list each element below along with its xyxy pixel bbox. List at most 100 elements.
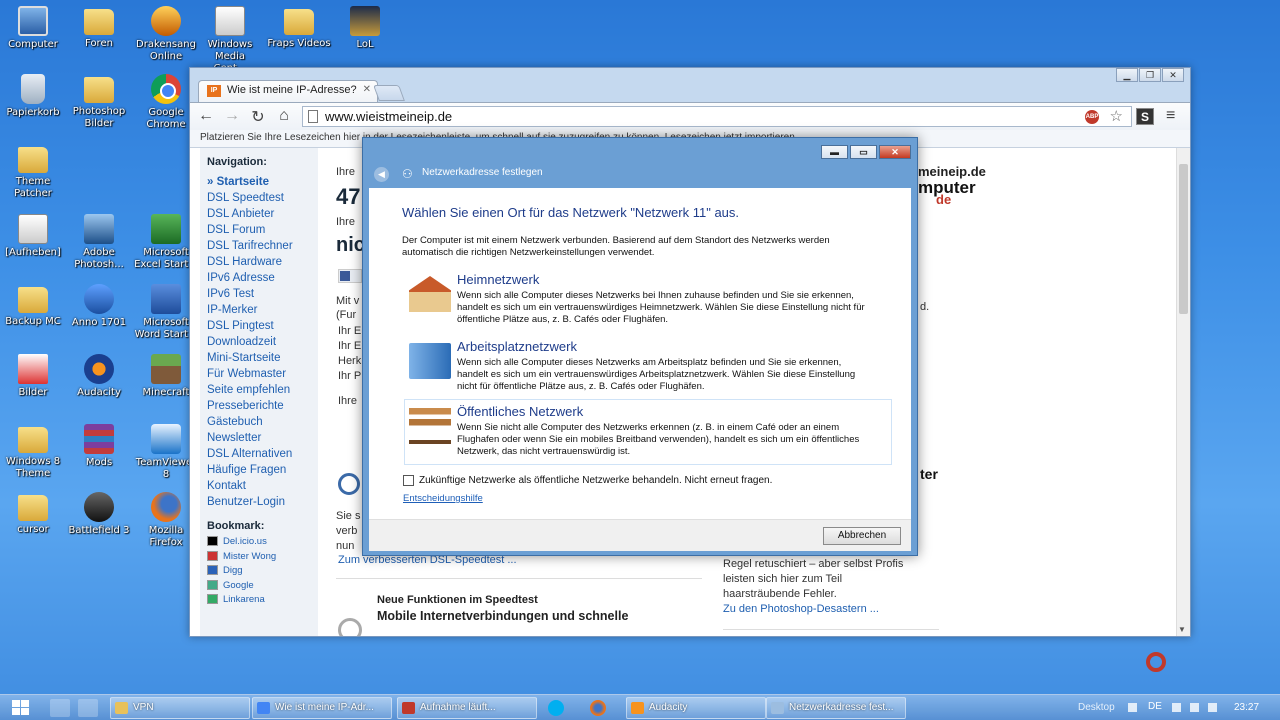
bookmark-link[interactable]: Google bbox=[207, 579, 318, 594]
help-link[interactable]: Entscheidungshilfe bbox=[403, 493, 483, 504]
cancel-button[interactable]: Abbrechen bbox=[823, 527, 901, 545]
pinned-app-icon[interactable] bbox=[78, 699, 98, 717]
sidebar-nav-link[interactable]: DSL Hardware bbox=[207, 254, 318, 270]
desktop-shortcut[interactable]: Windows Media Cent... bbox=[197, 6, 263, 75]
desktop-shortcut[interactable]: [Aufheben] bbox=[0, 214, 66, 259]
clock[interactable]: 23:27 bbox=[1234, 702, 1259, 713]
taskbar-app-icon bbox=[402, 702, 415, 714]
dialog-maximize-button[interactable]: ▭ bbox=[850, 145, 877, 159]
desktop-shortcut[interactable]: Battlefield 3 bbox=[66, 492, 132, 537]
network-tray-icon[interactable] bbox=[1190, 703, 1199, 712]
sidebar-nav-link[interactable]: Seite empfehlen bbox=[207, 382, 318, 398]
address-bar[interactable]: www.wieistmeineip.de ABP ☆ bbox=[302, 106, 1132, 127]
page-sidebar: Navigation: » Startseite DSL Speedtest DSL… bbox=[200, 148, 318, 636]
sidebar-nav-link[interactable]: DSL Pingtest bbox=[207, 318, 318, 334]
bookmark-link[interactable]: Digg bbox=[207, 564, 318, 579]
sidebar-nav-link[interactable]: DSL Tarifrechner bbox=[207, 238, 318, 254]
sidebar-nav-link[interactable]: IPv6 Adresse bbox=[207, 270, 318, 286]
desktop-shortcut[interactable]: Drakensang Online bbox=[133, 6, 199, 63]
folder-icon bbox=[84, 9, 114, 35]
new-tab-button[interactable] bbox=[373, 85, 405, 101]
desktop-shortcut[interactable]: cursor bbox=[0, 492, 66, 536]
sidebar-nav-link[interactable]: IPv6 Test bbox=[207, 286, 318, 302]
scroll-down-icon[interactable]: ▼ bbox=[1178, 625, 1186, 634]
desktop-shortcut[interactable]: Theme Patcher bbox=[0, 144, 66, 200]
page-scrollbar[interactable]: ▼ bbox=[1176, 148, 1190, 636]
taskbar-item[interactable]: Netzwerkadresse fest... bbox=[766, 697, 906, 719]
desktop-shortcut[interactable]: Fraps Videos bbox=[266, 6, 332, 50]
extension-icon[interactable]: S bbox=[1136, 108, 1154, 125]
minimize-button[interactable]: ▁ bbox=[1116, 68, 1138, 82]
start-button[interactable] bbox=[12, 700, 30, 716]
sidebar-nav-link[interactable]: » Startseite bbox=[207, 174, 318, 190]
sidebar-nav-link[interactable]: Downloadzeit bbox=[207, 334, 318, 350]
photoshop-link[interactable]: Zu den Photoshop-Desastern ... bbox=[723, 603, 879, 615]
scrollbar-thumb[interactable] bbox=[1179, 164, 1188, 314]
facebook-button[interactable] bbox=[338, 269, 362, 283]
forward-arrow-icon[interactable]: → bbox=[222, 107, 242, 125]
skype-icon[interactable] bbox=[548, 700, 564, 716]
leisten-text: leisten sich hier zum Teil bbox=[723, 573, 843, 585]
dialog-minimize-button[interactable]: ▬ bbox=[821, 145, 848, 159]
sidebar-nav-link[interactable]: DSL Speedtest bbox=[207, 190, 318, 206]
adblock-icon[interactable]: ABP bbox=[1085, 110, 1099, 124]
dialog-close-button[interactable]: ✕ bbox=[879, 145, 911, 159]
sidebar-nav-link[interactable]: Gästebuch bbox=[207, 414, 318, 430]
volume-icon[interactable] bbox=[1208, 703, 1217, 712]
public-default-checkbox[interactable]: Zukünftige Netzwerke als öffentliche Net… bbox=[403, 475, 772, 486]
taskbar-item[interactable]: Wie ist meine IP-Adr... bbox=[252, 697, 392, 719]
desktop-shortcut[interactable]: Anno 1701 bbox=[66, 284, 132, 329]
home-icon[interactable]: ⌂ bbox=[274, 107, 294, 125]
option-public-network[interactable]: Öffentliches Netzwerk Wenn Sie nicht all… bbox=[404, 399, 892, 465]
close-window-button[interactable]: ✕ bbox=[1162, 68, 1184, 82]
bookmark-link[interactable]: Mister Wong bbox=[207, 550, 318, 565]
taskbar-item[interactable]: VPN bbox=[110, 697, 250, 719]
menu-icon[interactable]: ≡ bbox=[1166, 107, 1175, 125]
desktop-shortcut[interactable]: Photoshop Bilder bbox=[66, 74, 132, 130]
sidebar-nav-link[interactable]: Benutzer-Login bbox=[207, 494, 318, 510]
sidebar-nav-link[interactable]: Presseberichte bbox=[207, 398, 318, 414]
sidebar-nav-link[interactable]: Mini-Startseite bbox=[207, 350, 318, 366]
desktop-shortcut[interactable]: Bilder bbox=[0, 354, 66, 399]
checkbox-box[interactable] bbox=[403, 475, 414, 486]
desktop-toolbar-label[interactable]: Desktop bbox=[1078, 702, 1115, 713]
taskbar-item[interactable]: Aufnahme läuft... bbox=[397, 697, 537, 719]
bookmark-star-icon[interactable]: ☆ bbox=[1110, 107, 1123, 125]
desktop-shortcut[interactable]: Audacity bbox=[66, 354, 132, 399]
bookmark-link[interactable]: Linkarena bbox=[207, 593, 318, 608]
news-headline[interactable]: Mobile Internetverbindungen und schnelle bbox=[377, 609, 628, 623]
desktop-shortcut[interactable]: Papierkorb bbox=[0, 74, 66, 119]
news-title[interactable]: Neue Funktionen im Speedtest bbox=[377, 594, 538, 606]
sidebar-nav-link[interactable]: DSL Forum bbox=[207, 222, 318, 238]
sidebar-nav-link[interactable]: IP-Merker bbox=[207, 302, 318, 318]
desktop-shortcut[interactable]: Mods bbox=[66, 424, 132, 469]
show-desktop-icon[interactable] bbox=[50, 699, 70, 717]
desktop-shortcut[interactable]: Adobe Photosh... bbox=[66, 214, 132, 271]
desktop-shortcut[interactable]: Computer bbox=[0, 6, 66, 51]
reload-icon[interactable]: ↻ bbox=[248, 107, 268, 127]
language-indicator[interactable]: DE bbox=[1148, 701, 1162, 712]
sidebar-nav-link[interactable]: Newsletter bbox=[207, 430, 318, 446]
option-work-network[interactable]: Arbeitsplatznetzwerk Wenn sich alle Comp… bbox=[405, 335, 891, 399]
sidebar-nav-link[interactable]: Für Webmaster bbox=[207, 366, 318, 382]
desktop-shortcut[interactable]: Backup MC bbox=[0, 284, 66, 328]
flag-icon[interactable] bbox=[1172, 703, 1181, 712]
close-tab-icon[interactable]: ✕ bbox=[363, 84, 371, 95]
sidebar-nav-link[interactable]: Häufige Fragen bbox=[207, 462, 318, 478]
sidebar-nav-link[interactable]: DSL Anbieter bbox=[207, 206, 318, 222]
tray-arrow-icon[interactable] bbox=[1128, 703, 1137, 712]
browser-tab[interactable]: IP Wie ist meine IP-Adresse? ✕ bbox=[198, 80, 378, 102]
firefox-icon[interactable] bbox=[590, 700, 606, 716]
back-arrow-icon[interactable]: ◀ bbox=[374, 167, 389, 182]
option-home-network[interactable]: Heimnetzwerk Wenn sich alle Computer die… bbox=[405, 268, 891, 332]
back-arrow-icon[interactable]: ← bbox=[196, 107, 216, 125]
taskbar-item[interactable]: Audacity bbox=[626, 697, 766, 719]
sidebar-nav-link[interactable]: DSL Alternativen bbox=[207, 446, 318, 462]
desktop-shortcut[interactable]: LoL bbox=[332, 6, 398, 51]
desktop-shortcut[interactable]: Windows 8 Theme bbox=[0, 424, 66, 480]
desktop-shortcut[interactable]: Foren bbox=[66, 6, 132, 50]
excel-icon bbox=[151, 214, 181, 244]
sidebar-nav-link[interactable]: Kontakt bbox=[207, 478, 318, 494]
maximize-button[interactable]: ❐ bbox=[1139, 68, 1161, 82]
bookmark-link[interactable]: Del.icio.us bbox=[207, 535, 318, 550]
